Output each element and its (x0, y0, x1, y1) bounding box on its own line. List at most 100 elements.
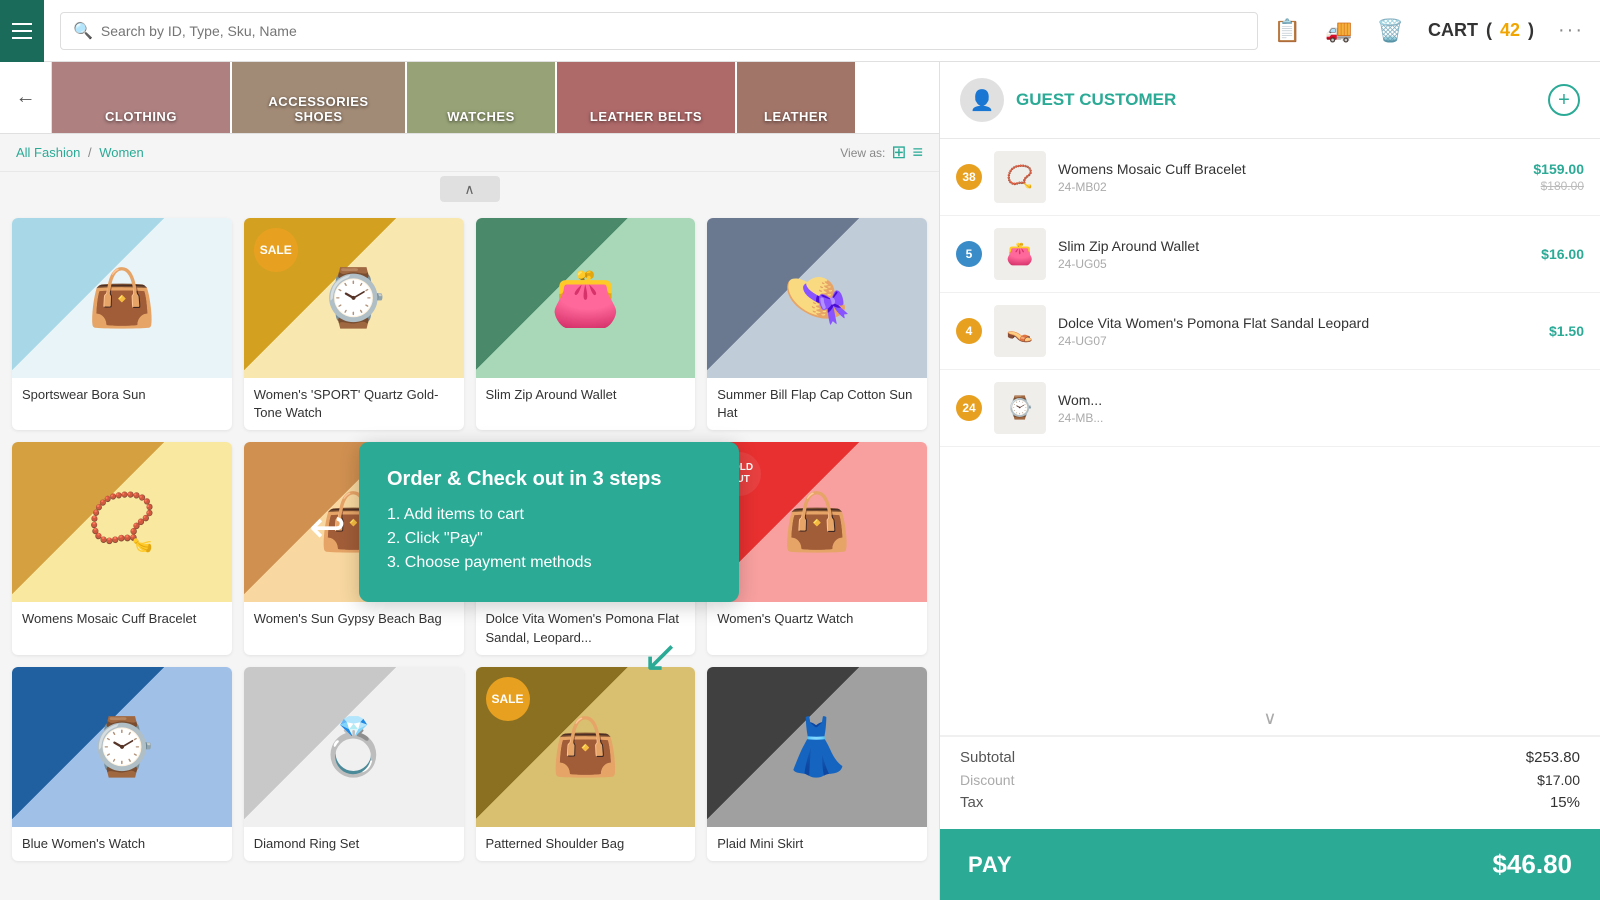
category-clothing-label: CLOTHING (105, 109, 177, 124)
header-icons: 📋 🚚 🗑️ CART (42) ··· (1274, 18, 1584, 44)
cart-item-image-1: 📿 (994, 151, 1046, 203)
discount-row: Discount $17.00 (960, 772, 1580, 788)
product-card-10[interactable]: 💍 Diamond Ring Set (244, 667, 464, 861)
cart-item-original-1: $180.00 (1533, 179, 1584, 193)
cart-item-qty-4: 24 (956, 395, 982, 421)
cart-item-qty-3: 4 (956, 318, 982, 344)
grid-view-button[interactable]: ⊞ (891, 142, 906, 163)
view-as-label: View as: (840, 146, 885, 160)
category-leather2-label: LEATHER (764, 109, 828, 124)
tooltip-step-1: 1. Add items to cart (387, 506, 711, 524)
menu-button[interactable] (0, 0, 44, 62)
cart-item-prices-3: $1.50 (1549, 323, 1584, 339)
product-card-3[interactable]: 👛 Slim Zip Around Wallet (476, 218, 696, 430)
cart-item-3[interactable]: 4 👡 Dolce Vita Women's Pomona Flat Sanda… (940, 293, 1600, 370)
product-name-11: Patterned Shoulder Bag (476, 827, 696, 861)
product-image-9: ⌚ (12, 667, 232, 827)
customer-avatar: 👤 (960, 78, 1004, 122)
subtotal-label: Subtotal (960, 749, 1015, 766)
product-card-4[interactable]: 👒 Summer Bill Flap Cap Cotton Sun Hat (707, 218, 927, 430)
trash-icon[interactable]: 🗑️ (1377, 18, 1404, 44)
notes-icon[interactable]: 📋 (1274, 18, 1301, 44)
categories: CLOTHING ACCESSORIESSHOES WATCHES LEATHE… (52, 62, 939, 134)
left-panel: ← CLOTHING ACCESSORIESSHOES WATCHES LEAT… (0, 62, 940, 900)
product-image-3: 👛 (476, 218, 696, 378)
cart-item-info-1: Womens Mosaic Cuff Bracelet 24-MB02 (1058, 160, 1521, 194)
category-clothing[interactable]: CLOTHING (52, 62, 232, 134)
pay-button[interactable]: PAY $46.80 (940, 829, 1600, 900)
product-name-2: Women's 'SPORT' Quartz Gold-Tone Watch (244, 378, 464, 430)
product-name-10: Diamond Ring Set (244, 827, 464, 861)
product-image-1: 👜 (12, 218, 232, 378)
add-customer-button[interactable]: + (1548, 84, 1580, 116)
cart-item-prices-1: $159.00 $180.00 (1533, 161, 1584, 193)
cart-item-1[interactable]: 38 📿 Womens Mosaic Cuff Bracelet 24-MB02… (940, 139, 1600, 216)
product-card-9[interactable]: ⌚ Blue Women's Watch (12, 667, 232, 861)
tooltip-step-3: 3. Choose payment methods (387, 554, 711, 572)
product-image-5: 📿 (12, 442, 232, 602)
cart-label: CART (1428, 20, 1478, 41)
product-image-12: 👗 (707, 667, 927, 827)
product-card-2[interactable]: ⌚ SALE Women's 'SPORT' Quartz Gold-Tone … (244, 218, 464, 430)
cart-item-sku-4: 24-MB... (1058, 411, 1572, 425)
category-accessories[interactable]: ACCESSORIESSHOES (232, 62, 407, 134)
cart-item-info-3: Dolce Vita Women's Pomona Flat Sandal Le… (1058, 314, 1537, 348)
subtotal-row: Subtotal $253.80 (960, 749, 1580, 766)
view-toggle: View as: ⊞ ≡ (840, 142, 923, 163)
chevron-down-icon: ∨ (1263, 708, 1276, 729)
tooltip-steps: 1. Add items to cart 2. Click "Pay" 3. C… (387, 506, 711, 572)
breadcrumb-current: Women (99, 145, 144, 160)
product-name-4: Summer Bill Flap Cap Cotton Sun Hat (707, 378, 927, 430)
product-name-8: Women's Quartz Watch (707, 602, 927, 636)
product-card-12[interactable]: 👗 Plaid Mini Skirt (707, 667, 927, 861)
cart-section[interactable]: CART (42) (1428, 20, 1534, 41)
search-input[interactable] (101, 23, 1245, 39)
category-leather2[interactable]: LEATHER (737, 62, 857, 134)
cart-item-4[interactable]: 24 ⌚ Wom... 24-MB... (940, 370, 1600, 447)
product-name-6: Women's Sun Gypsy Beach Bag (244, 602, 464, 636)
cart-item-sku-1: 24-MB02 (1058, 180, 1521, 194)
cart-items-list: 38 📿 Womens Mosaic Cuff Bracelet 24-MB02… (940, 139, 1600, 702)
back-button[interactable]: ← (0, 62, 52, 134)
scroll-up-button[interactable]: ∧ (440, 176, 500, 202)
search-bar[interactable]: 🔍 (60, 12, 1258, 50)
avatar-icon: 👤 (970, 88, 995, 113)
tooltip-step-2: 2. Click "Pay" (387, 530, 711, 548)
header: 🔍 📋 🚚 🗑️ CART (42) ··· (0, 0, 1600, 62)
cart-item-image-4: ⌚ (994, 382, 1046, 434)
pay-amount: $46.80 (1492, 849, 1572, 880)
cart-item-sku-3: 24-UG07 (1058, 334, 1537, 348)
product-card-1[interactable]: 👜 Sportswear Bora Sun (12, 218, 232, 430)
pay-label: PAY (968, 852, 1013, 878)
category-watches[interactable]: WATCHES (407, 62, 557, 134)
more-options-button[interactable]: ··· (1558, 19, 1584, 42)
list-view-button[interactable]: ≡ (912, 142, 923, 163)
cart-item-name-4: Wom... (1058, 391, 1572, 409)
tooltip-title: Order & Check out in 3 steps (387, 466, 711, 492)
product-name-12: Plaid Mini Skirt (707, 827, 927, 861)
category-bar: ← CLOTHING ACCESSORIESSHOES WATCHES LEAT… (0, 62, 939, 134)
cart-expand-toggle[interactable]: ∨ (940, 702, 1600, 736)
cart-header: 👤 GUEST CUSTOMER + (940, 62, 1600, 139)
breadcrumb-parent[interactable]: All Fashion (16, 145, 80, 160)
breadcrumb-bar: All Fashion / Women View as: ⊞ ≡ (0, 134, 939, 172)
cart-item-name-2: Slim Zip Around Wallet (1058, 237, 1529, 255)
right-panel: 👤 GUEST CUSTOMER + 38 📿 Womens Mosaic Cu… (940, 62, 1600, 900)
cart-item-name-3: Dolce Vita Women's Pomona Flat Sandal Le… (1058, 314, 1537, 332)
category-leather-belts[interactable]: LEATHER BELTS (557, 62, 737, 134)
breadcrumb-separator: / (88, 145, 92, 160)
delivery-icon[interactable]: 🚚 (1325, 18, 1352, 44)
product-card-8[interactable]: 👜 SOLDOUT Women's Quartz Watch (707, 442, 927, 654)
discount-label: Discount (960, 772, 1014, 788)
cart-item-qty-1: 38 (956, 164, 982, 190)
search-icon: 🔍 (73, 21, 93, 41)
cart-item-name-1: Womens Mosaic Cuff Bracelet (1058, 160, 1521, 178)
sale-badge-2: SALE (254, 228, 298, 272)
cart-count: 42 (1500, 20, 1520, 41)
scroll-up-area: ∧ (0, 172, 939, 206)
cart-item-2[interactable]: 5 👛 Slim Zip Around Wallet 24-UG05 $16.0… (940, 216, 1600, 293)
product-card-11[interactable]: 👜 SALE Patterned Shoulder Bag (476, 667, 696, 861)
cart-item-prices-2: $16.00 (1541, 246, 1584, 262)
product-image-4: 👒 (707, 218, 927, 378)
product-card-5[interactable]: 📿 Womens Mosaic Cuff Bracelet (12, 442, 232, 654)
